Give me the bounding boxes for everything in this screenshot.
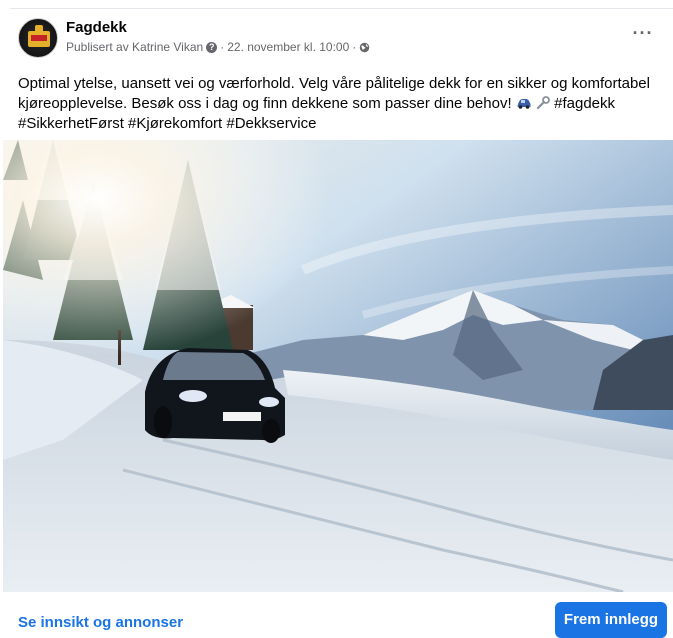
- hashtags-line[interactable]: #SikkerhetFørst #Kjørekomfort #Dekkservi…: [18, 115, 316, 132]
- post-header: Fagdekk Publisert av Katrine Vikan ? · 2…: [18, 18, 661, 64]
- page-avatar[interactable]: [18, 18, 58, 58]
- car-emoji-icon: [517, 99, 531, 109]
- top-divider: [10, 8, 673, 9]
- post-text-line2: kjøreopplevelse. Besøk oss i dag og finn…: [18, 95, 512, 112]
- globe-icon[interactable]: [359, 42, 370, 53]
- meta-separator-2: ·: [352, 40, 357, 54]
- info-icon[interactable]: ?: [206, 41, 218, 53]
- post-date-link[interactable]: 22. november kl. 10:00: [227, 40, 349, 54]
- boost-post-button[interactable]: Frem innlegg: [555, 602, 667, 638]
- post-text-line1: Optimal ytelse, uansett vei og værforhol…: [18, 75, 650, 92]
- published-by-text[interactable]: Publisert av Katrine Vikan: [66, 40, 203, 54]
- post-meta: Publisert av Katrine Vikan ? · 22. novem…: [66, 40, 370, 54]
- wrench-emoji-icon: [536, 96, 550, 110]
- more-options-icon[interactable]: ···: [629, 24, 657, 46]
- logo-crest-icon: [28, 25, 50, 47]
- post-photo-image[interactable]: [3, 140, 673, 592]
- hashtag-fagdekk[interactable]: #fagdekk: [554, 95, 615, 112]
- page-name-link[interactable]: Fagdekk: [66, 19, 127, 36]
- meta-separator: ·: [220, 40, 225, 54]
- post-text: Optimal ytelse, uansett vei og værforhol…: [18, 74, 668, 134]
- insights-link[interactable]: Se innsikt og annonser: [18, 614, 183, 631]
